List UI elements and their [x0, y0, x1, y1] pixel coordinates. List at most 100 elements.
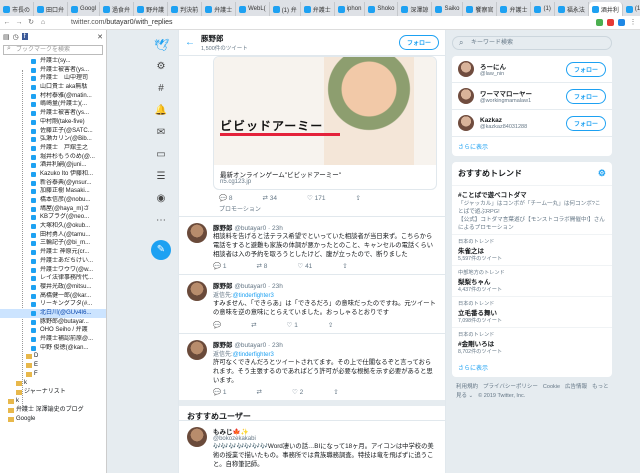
- bookmark-item[interactable]: 加藤正樹 Masaki...: [0, 187, 106, 196]
- bookmark-folder[interactable]: D: [0, 352, 106, 361]
- avatar[interactable]: [458, 88, 474, 104]
- bookmark-icon[interactable]: ▭: [154, 148, 168, 162]
- bookmark-folder[interactable]: Google: [0, 415, 106, 424]
- browser-tab[interactable]: (1): [623, 2, 640, 16]
- close-icon[interactable]: ✕: [97, 33, 103, 41]
- bookmark-item[interactable]: 嶋崎量(弁護士)(...: [0, 100, 106, 109]
- trend-item[interactable]: 日本のトレンド #金剛いろは 8,702件のツイート: [452, 327, 612, 358]
- footer-link[interactable]: 広告情報: [565, 384, 587, 390]
- bookmark-folder[interactable]: k: [0, 397, 106, 406]
- bookmark-item[interactable]: 中村剛(take-five): [0, 118, 106, 127]
- bookmark-item[interactable]: 酒井利嗣(@juni...: [0, 161, 106, 170]
- show-more-link[interactable]: さらに表示: [452, 137, 612, 156]
- retweet-action[interactable]: ⇄ 34: [263, 194, 278, 204]
- footer-link[interactable]: Cookie: [543, 384, 560, 390]
- bookmark-item[interactable]: 村村泰雅(@matin...: [0, 92, 106, 101]
- bookmark-item[interactable]: 弁護士被害者(ys...: [0, 109, 106, 118]
- browser-tab[interactable]: Saiko: [432, 2, 464, 16]
- gear-icon[interactable]: ⚙: [598, 168, 606, 179]
- browser-tab[interactable]: (1): [531, 2, 555, 16]
- profile-icon[interactable]: ◉: [154, 192, 168, 206]
- browser-tab[interactable]: Googl: [68, 2, 101, 16]
- follow-button[interactable]: フォロー: [565, 115, 606, 131]
- tweet[interactable]: 豚野郎 @butayar0 · 23h 相談料を告げると法テラス希望でといっていた…: [179, 216, 445, 274]
- bookmark-item[interactable]: 弁護士 戸舘圭之: [0, 144, 106, 153]
- bookmark-item[interactable]: 大塚和久(@okub...: [0, 222, 106, 231]
- footer-link[interactable]: 利用規約: [456, 384, 478, 390]
- bookmark-item[interactable]: 北白川(@GUv4I6...: [0, 308, 106, 318]
- follow-button[interactable]: フォロー: [565, 88, 606, 104]
- share-icon[interactable]: ⇪: [342, 262, 347, 270]
- bookmark-search-input[interactable]: ブックマークを検索: [3, 45, 103, 55]
- bookmark-item[interactable]: 堀井杉もうのめ(@...: [0, 153, 106, 162]
- suggested-user[interactable]: ワーママローヤー @workingmamalaw1 フォロー: [452, 83, 612, 110]
- avatar[interactable]: [187, 281, 207, 302]
- history-icon[interactable]: ◷: [13, 33, 19, 41]
- url-field[interactable]: twitter.com/butayar0/with_replies: [71, 19, 173, 26]
- browser-tab[interactable]: 深澤諒: [398, 2, 433, 16]
- bookmark-folder-icon[interactable]: ▤: [3, 33, 10, 41]
- bookmark-item[interactable]: KBプラグ(@neo...: [0, 213, 106, 222]
- bookmark-item[interactable]: 田村勇人(@tamu...: [0, 231, 106, 240]
- retweet-action[interactable]: ⇄: [257, 388, 262, 396]
- browser-tab[interactable]: 野弁護: [134, 2, 169, 16]
- twitter-search-input[interactable]: キーワード検索: [452, 36, 612, 50]
- browser-tab[interactable]: 弁護士: [497, 2, 532, 16]
- like-action[interactable]: ♡ 2: [292, 388, 303, 396]
- bookmark-item[interactable]: OHO Seiho / 弁護: [0, 326, 106, 335]
- bookmark-item[interactable]: 豚野郎@butayar...: [0, 318, 106, 327]
- bookmark-item[interactable]: 櫻井光政(@mitsu...: [0, 283, 106, 292]
- bookmark-item[interactable]: 弁護士(sy...: [0, 57, 106, 66]
- bookmark-item[interactable]: 弁護士補認前原@...: [0, 335, 106, 344]
- avatar[interactable]: [187, 427, 207, 448]
- bookmark-item[interactable]: レイ法律事務所代...: [0, 274, 106, 283]
- suggested-user[interactable]: ろーにん @law_nin フォロー: [452, 56, 612, 83]
- reply-action[interactable]: 💬 1: [213, 262, 227, 270]
- share-action[interactable]: ⇪: [356, 194, 361, 204]
- browser-tab[interactable]: 福永法: [555, 2, 589, 16]
- bookmark-item[interactable]: 弁護士 神原元(cr...: [0, 248, 106, 257]
- facebook-icon[interactable]: f: [21, 33, 28, 40]
- extension-icon[interactable]: [618, 19, 625, 26]
- tweet[interactable]: 豚野郎 @butayar0 · 23h 返信先:@tinderfighter3 許可…: [179, 332, 445, 400]
- share-icon[interactable]: ⇪: [328, 321, 333, 329]
- browser-tab[interactable]: 弁護士: [301, 2, 335, 16]
- list-icon[interactable]: ☰: [154, 170, 168, 184]
- suggested-user[interactable]: Kazkaz @kazkaz84031288 フォロー: [452, 110, 612, 137]
- home-icon[interactable]: ⌂: [39, 19, 47, 27]
- trend-item[interactable]: 日本のトレンド 立毛番る舞い 7,098件のツイート: [452, 296, 612, 327]
- bookmark-folder[interactable]: ジャーナリスト: [0, 388, 106, 397]
- explore-icon[interactable]: ⚙: [154, 60, 168, 74]
- trend-item[interactable]: 日本のトレンド 朱雀之は 5,597件のツイート: [452, 234, 612, 265]
- retweet-action[interactable]: ⇄: [251, 321, 256, 329]
- share-icon[interactable]: ⇪: [333, 388, 338, 396]
- like-action[interactable]: ♡ 1: [287, 321, 298, 329]
- extension-icon[interactable]: [596, 19, 603, 26]
- browser-tab[interactable]: 過食弁: [100, 2, 135, 16]
- bookmark-item[interactable]: 中野 俊徳(@kan...: [0, 344, 106, 353]
- bookmark-folder[interactable]: E: [0, 361, 106, 370]
- twitter-bird-icon[interactable]: 🕊: [154, 38, 169, 52]
- browser-tab[interactable]: 弁護士: [202, 2, 237, 16]
- follow-button[interactable]: フォロー: [398, 35, 439, 50]
- show-more-trends-link[interactable]: さらに表示: [452, 358, 612, 377]
- recommended-user[interactable]: もみじ🍁✨ @bokozekakabi 🎶🎶🎶🎶🎶🎶🎶Word凄いの話…BIにな…: [179, 420, 445, 473]
- trend-item[interactable]: #ことばで遊べコトダマ 「ジャッカル」はコンボが「チーム一丸」は何コンボ?ことばで…: [452, 185, 612, 234]
- footer-link[interactable]: © 2019 Twitter, Inc.: [478, 393, 525, 399]
- browser-tab[interactable]: 田口弁: [34, 2, 69, 16]
- bookmark-item[interactable]: 弘瀬カリン(@Bib...: [0, 135, 106, 144]
- tweet[interactable]: 豚野郎 @butayar0 · 23h 返信先:@tinderfighter3 すみ…: [179, 274, 445, 333]
- avatar[interactable]: [187, 339, 207, 360]
- browser-tab[interactable]: 饗察官: [463, 2, 498, 16]
- back-icon[interactable]: ←: [3, 19, 11, 27]
- bookmark-item[interactable]: 弁護士 山中理司: [0, 74, 106, 83]
- like-action[interactable]: ♡ 171: [307, 194, 326, 204]
- avatar[interactable]: [187, 223, 207, 243]
- forward-icon[interactable]: →: [15, 19, 23, 27]
- promoted-card[interactable]: ビビッドアーミー 最新オンラインゲーム"ビビッドアーミー" n5.cg123.j…: [213, 56, 437, 190]
- browser-tab[interactable]: iphon: [335, 2, 366, 16]
- bookmark-item[interactable]: 弁護士被害者(ys...: [0, 66, 106, 75]
- browser-tab[interactable]: WebL(: [236, 2, 270, 16]
- reply-action[interactable]: 💬: [213, 321, 221, 329]
- footer-link[interactable]: プライバシーポリシー: [483, 384, 538, 390]
